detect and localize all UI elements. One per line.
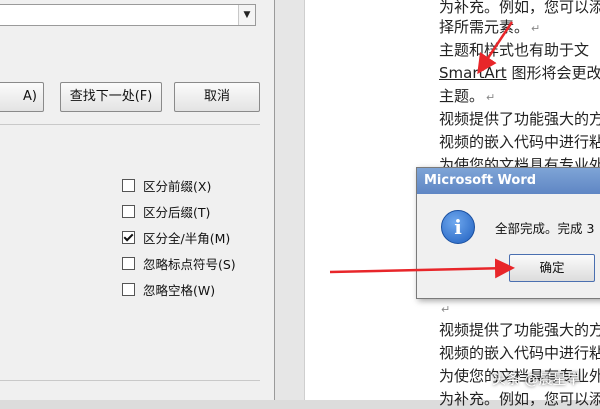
ok-button[interactable]: 确定 — [509, 254, 595, 282]
document-line: 为补充。例如，您可以添 — [439, 0, 600, 16]
document-line: 视频的嵌入代码中进行粘 — [439, 133, 600, 151]
info-icon: i — [441, 210, 475, 244]
find-what-combobox[interactable]: ▼ — [0, 4, 256, 26]
cancel-button[interactable]: 取消 — [174, 82, 260, 112]
find-next-button[interactable]: 查找下一处(F) — [60, 82, 162, 112]
document-line: 视频的嵌入代码中进行粘 — [439, 344, 600, 362]
option-label: 区分后缀(T) — [143, 205, 211, 220]
checkbox[interactable] — [122, 179, 135, 192]
document-line: 为补充。例如，您可以添 — [439, 390, 600, 408]
option-label: 忽略标点符号(S) — [143, 257, 236, 272]
checkbox[interactable] — [122, 283, 135, 296]
checkbox[interactable] — [122, 205, 135, 218]
document-line: 择所需元素。 ↵ — [439, 18, 541, 36]
option-label: 区分全/半角(M) — [143, 231, 231, 246]
message-box-title: Microsoft Word — [417, 168, 600, 194]
divider — [0, 124, 260, 125]
option-match-width[interactable]: 区分全/半角(M) — [122, 230, 230, 248]
message-text: 全部完成。完成 3 — [495, 221, 595, 236]
watermark: 头条 @晨星早 — [492, 372, 581, 388]
message-box: Microsoft Word i 全部完成。完成 3 确定 — [416, 167, 600, 299]
find-replace-dialog: ▼ A) 查找下一处(F) 取消 区分前缀(X) 区分后缀(T) 区分全/半角(… — [0, 0, 275, 400]
document-line: 主题。 ↵ — [439, 87, 496, 105]
dropdown-arrow-icon[interactable]: ▼ — [238, 5, 255, 25]
document-line: 主题和样式也有助于文 — [439, 41, 590, 59]
checkbox[interactable] — [122, 231, 135, 244]
divider — [0, 380, 260, 381]
option-label: 区分前缀(X) — [143, 179, 212, 194]
checkbox[interactable] — [122, 257, 135, 270]
document-line: 视频提供了功能强大的方 — [439, 110, 600, 128]
paragraph-mark-icon: ↵ — [531, 22, 541, 35]
option-match-prefix[interactable]: 区分前缀(X) — [122, 178, 211, 196]
replace-all-button[interactable]: A) — [0, 82, 44, 112]
paragraph-mark-icon: ↵ — [486, 91, 496, 104]
document-line: SmartArt 图形将会更改 — [439, 64, 600, 82]
option-ignore-whitespace[interactable]: 忽略空格(W) — [122, 282, 215, 300]
option-label: 忽略空格(W) — [143, 283, 216, 298]
paragraph-mark-icon: ↵ — [441, 303, 451, 316]
option-match-suffix[interactable]: 区分后缀(T) — [122, 204, 210, 222]
document-margin — [275, 0, 304, 400]
document-line: 视频提供了功能强大的方 — [439, 321, 600, 339]
document-line: ↵ — [439, 298, 450, 320]
option-ignore-punctuation[interactable]: 忽略标点符号(S) — [122, 256, 236, 274]
